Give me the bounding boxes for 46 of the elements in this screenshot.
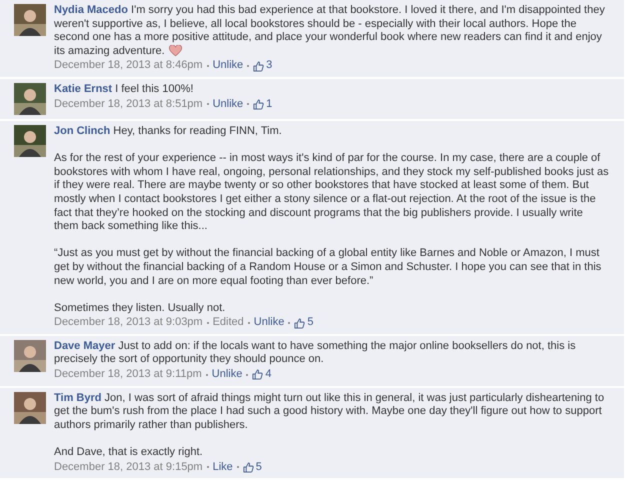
separator-dot xyxy=(248,322,250,324)
like-link[interactable]: Unlike xyxy=(254,316,284,330)
author-link[interactable]: Dave Mayer xyxy=(54,340,116,352)
like-count[interactable]: 5 xyxy=(307,316,314,330)
thumbs-up-icon[interactable] xyxy=(253,98,264,110)
like-link[interactable]: Like xyxy=(212,460,233,474)
separator-dot xyxy=(247,65,250,68)
thumbs-up-icon[interactable] xyxy=(242,462,254,473)
separator-dot xyxy=(206,466,209,468)
separator-dot xyxy=(206,374,208,376)
thumbs-up-icon[interactable] xyxy=(252,369,264,380)
separator-dot xyxy=(206,103,209,106)
comment-text: Dave Mayer Just to add on: if the locals want to have something the major online booksellers do not, this is precisely the sort of opportunity they should pounce on. xyxy=(54,340,577,368)
timestamp: December 18, 2013 at 8:46pm xyxy=(54,59,203,73)
edited-label: Edited xyxy=(212,316,244,330)
like-link[interactable]: Unlike xyxy=(212,98,244,112)
separator-dot xyxy=(206,322,209,324)
separator-dot xyxy=(247,103,250,106)
author-link[interactable]: Jon Clinch xyxy=(54,124,110,137)
like-count[interactable]: 3 xyxy=(266,59,272,73)
like-count[interactable]: 4 xyxy=(265,368,272,382)
comment-text: “Just as you must get by without the financial backing of a global entity like Barnes and Noble or Amazon, I must get by without the financial backing of a Random House or a Simon and Schuster. I hope you can see that in this new world, you and I are on more equal footing than ever before.” xyxy=(54,247,602,288)
timestamp: December 18, 2013 at 9:15pm xyxy=(54,460,203,474)
timestamp: December 18, 2013 at 9:03pm xyxy=(54,316,203,330)
author-link[interactable]: Tim Byrd xyxy=(54,392,102,404)
comment-text: And Dave, that is exactly right. xyxy=(54,446,204,460)
like-count[interactable]: 1 xyxy=(266,98,272,112)
timestamp: December 18, 2013 at 9:11pm xyxy=(54,368,202,382)
thumbs-up-icon[interactable] xyxy=(253,60,264,72)
author-link[interactable]: Nydia Macedo xyxy=(54,4,128,16)
separator-dot xyxy=(236,466,239,468)
timestamp: December 18, 2013 at 8:51pm xyxy=(54,98,203,112)
comment-text: Tim Byrd Jon, I was sort of afraid things might turn out like this in general, it was just particularly disheartening to get the bum's rush from the place I had such a good history with. Maybe one day they'll figure out how to support authors primarily rather than publishers. xyxy=(54,392,606,432)
like-link[interactable]: Unlike xyxy=(212,59,244,73)
separator-dot xyxy=(246,374,248,376)
thumbs-up-icon[interactable] xyxy=(294,318,306,329)
like-count[interactable]: 5 xyxy=(256,460,262,474)
separator-dot xyxy=(288,322,290,324)
comment-text: Nydia Macedo I'm sorry you had this bad experience at that bookstore. I loved it there, and I'm disappointed they weren't supportive as, I believe, all local bookstores should be - especially with their local authors. Hope the second one has a more positive attitude, and place your wonderful book where new readers can find it and enjoy its amazing adventure. xyxy=(54,4,606,58)
comment-text: Katie Ernst I feel this 100%! xyxy=(54,82,194,97)
comment-text: Sometimes they listen. Usually not. xyxy=(54,302,226,316)
separator-dot xyxy=(206,65,209,68)
comment-text: As for the rest of your experience -- in most ways it's kind of par for the course. In my case, there are a couple of bookstores with whom I have real, ongoing, personal relationships, and they stock my self-published books just as if they were real. There are maybe twenty or so other bookstores that have stocked at least some of them. But mostly when I contact bookstores I get either a stony silence or a flat-out rejection. At the root of the issue is the fact that they’re hooked on the stocking and discount programs that the big publishers provide. I usually write them back something like this... xyxy=(54,152,610,234)
comment-text: Jon Clinch Hey, thanks for reading FINN, Tim. xyxy=(54,124,283,139)
author-link[interactable]: Katie Ernst xyxy=(54,82,112,95)
like-link[interactable]: Unlike xyxy=(212,368,242,382)
